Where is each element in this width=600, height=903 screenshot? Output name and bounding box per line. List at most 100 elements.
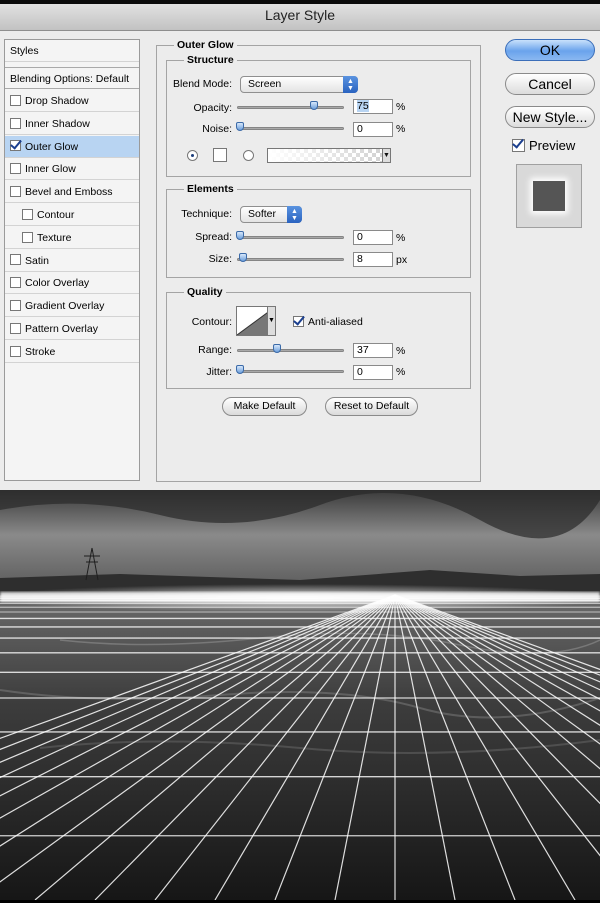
noise-unit: %	[396, 123, 406, 135]
jitter-slider-track[interactable]	[237, 370, 344, 373]
new-style-button[interactable]: New Style...	[505, 106, 595, 128]
spread-label: Spread:	[195, 231, 232, 243]
style-item-inner-shadow[interactable]: Inner Shadow	[5, 113, 139, 135]
spread-slider-thumb[interactable]	[236, 231, 244, 240]
select-arrows-icon: ▲ ▼	[343, 76, 358, 93]
style-preview	[516, 164, 582, 228]
anti-aliased-check-icon	[293, 315, 304, 327]
style-item-drop-shadow[interactable]: Drop Shadow	[5, 90, 139, 112]
opacity-input[interactable]: 75	[353, 99, 393, 114]
opacity-slider-track[interactable]	[237, 106, 344, 109]
checkbox-icon[interactable]	[10, 322, 21, 334]
checkbox-icon[interactable]	[10, 140, 21, 152]
style-item-outer-glow[interactable]: Outer Glow	[5, 135, 139, 158]
style-item-bevel-and-emboss[interactable]: Bevel and Emboss	[5, 181, 139, 204]
outer-glow-title: Outer Glow	[174, 39, 237, 51]
style-item-satin[interactable]: Satin	[5, 250, 139, 272]
blend-mode-label: Blend Mode:	[173, 78, 232, 90]
style-item-label: Contour	[37, 209, 75, 221]
jitter-slider-thumb[interactable]	[236, 365, 244, 374]
noise-input[interactable]: 0	[353, 122, 393, 137]
contour-label: Contour:	[191, 316, 232, 328]
technique-label: Technique:	[181, 208, 232, 220]
gradient-dropdown-icon[interactable]: ▼	[382, 148, 391, 163]
contour-dropdown-icon[interactable]: ▼	[267, 306, 276, 336]
anti-aliased-checkbox[interactable]: Anti-aliased	[293, 315, 363, 328]
technique-select[interactable]: Softer ▲ ▼	[240, 206, 302, 223]
styles-list: Styles Blending Options: Default Drop Sh…	[4, 39, 140, 481]
ok-button[interactable]: OK	[505, 39, 595, 61]
technique-value: Softer	[248, 208, 277, 220]
range-input[interactable]: 37	[353, 343, 393, 358]
quality-title: Quality	[184, 286, 226, 298]
reset-to-default-button[interactable]: Reset to Default	[325, 397, 418, 416]
style-item-label: Bevel and Emboss	[25, 186, 113, 199]
checkbox-icon[interactable]	[10, 185, 21, 197]
elements-title: Elements	[184, 183, 237, 195]
style-item-label: Inner Glow	[25, 163, 76, 176]
title-bar[interactable]: Layer Style	[0, 0, 600, 31]
jitter-label: Jitter:	[206, 366, 232, 378]
style-item-label: Outer Glow	[25, 140, 79, 153]
spread-slider-track[interactable]	[237, 236, 344, 239]
blend-mode-select[interactable]: Screen ▲ ▼	[240, 76, 358, 93]
style-item-pattern-overlay[interactable]: Pattern Overlay	[5, 318, 139, 340]
opacity-value: 75	[357, 100, 369, 112]
checkbox-icon[interactable]	[10, 345, 21, 357]
range-slider-track[interactable]	[237, 349, 344, 352]
jitter-unit: %	[396, 366, 406, 378]
style-item-inner-glow[interactable]: Inner Glow	[5, 158, 139, 181]
cancel-button[interactable]: Cancel	[505, 73, 595, 95]
style-item-label: Texture	[37, 231, 72, 244]
range-slider-thumb[interactable]	[272, 344, 281, 353]
checkbox-icon[interactable]	[10, 254, 21, 266]
gradient-radio[interactable]	[243, 150, 254, 161]
preview-check-icon	[512, 139, 525, 153]
size-slider-thumb[interactable]	[239, 253, 248, 262]
style-item-label: Drop Shadow	[25, 95, 89, 107]
jitter-input[interactable]: 0	[353, 365, 393, 380]
style-item-texture[interactable]: Texture	[5, 227, 139, 249]
style-item-contour[interactable]: Contour	[5, 204, 139, 226]
opacity-unit: %	[396, 101, 406, 113]
opacity-label: Opacity:	[193, 102, 232, 114]
style-item-label: Pattern Overlay	[25, 323, 98, 335]
checkbox-icon[interactable]	[10, 277, 21, 289]
style-item-label: Color Overlay	[25, 277, 90, 290]
style-item-label: Satin	[25, 254, 49, 267]
preview-checkbox[interactable]: Preview	[512, 138, 575, 153]
layer-style-dialog: Layer Style Styles Blending Options: Def…	[0, 0, 600, 490]
glow-color-swatch[interactable]	[213, 148, 227, 162]
style-item-color-overlay[interactable]: Color Overlay	[5, 272, 139, 295]
noise-slider-track[interactable]	[237, 127, 344, 130]
checkbox-icon[interactable]	[22, 231, 33, 243]
size-slider-track[interactable]	[237, 258, 344, 261]
blending-options[interactable]: Blending Options: Default	[5, 67, 139, 89]
checkbox-icon[interactable]	[10, 163, 21, 175]
checkbox-icon[interactable]	[10, 94, 21, 106]
structure-title: Structure	[184, 54, 237, 66]
style-item-stroke[interactable]: Stroke	[5, 341, 139, 363]
checkbox-icon[interactable]	[10, 299, 21, 311]
horizon-glow-band	[0, 592, 600, 602]
style-item-label: Gradient Overlay	[25, 300, 105, 313]
range-label: Range:	[198, 344, 232, 356]
checkbox-icon[interactable]	[10, 117, 21, 129]
size-unit: px	[396, 254, 408, 266]
blend-mode-value: Screen	[248, 78, 282, 90]
top-strip	[0, 0, 600, 4]
document-canvas[interactable]	[0, 490, 600, 901]
preview-swatch	[533, 181, 565, 211]
glow-gradient-picker[interactable]: ▼	[267, 148, 391, 163]
spread-unit: %	[396, 232, 406, 244]
color-radio[interactable]	[187, 150, 198, 161]
spread-input[interactable]: 0	[353, 230, 393, 245]
size-label: Size:	[208, 253, 232, 265]
preview-label: Preview	[529, 138, 576, 153]
size-input[interactable]: 8	[353, 252, 393, 267]
style-item-gradient-overlay[interactable]: Gradient Overlay	[5, 295, 139, 318]
checkbox-icon[interactable]	[22, 208, 33, 220]
make-default-button[interactable]: Make Default	[222, 397, 307, 416]
noise-slider-thumb[interactable]	[236, 122, 244, 131]
styles-header[interactable]: Styles	[5, 40, 139, 62]
